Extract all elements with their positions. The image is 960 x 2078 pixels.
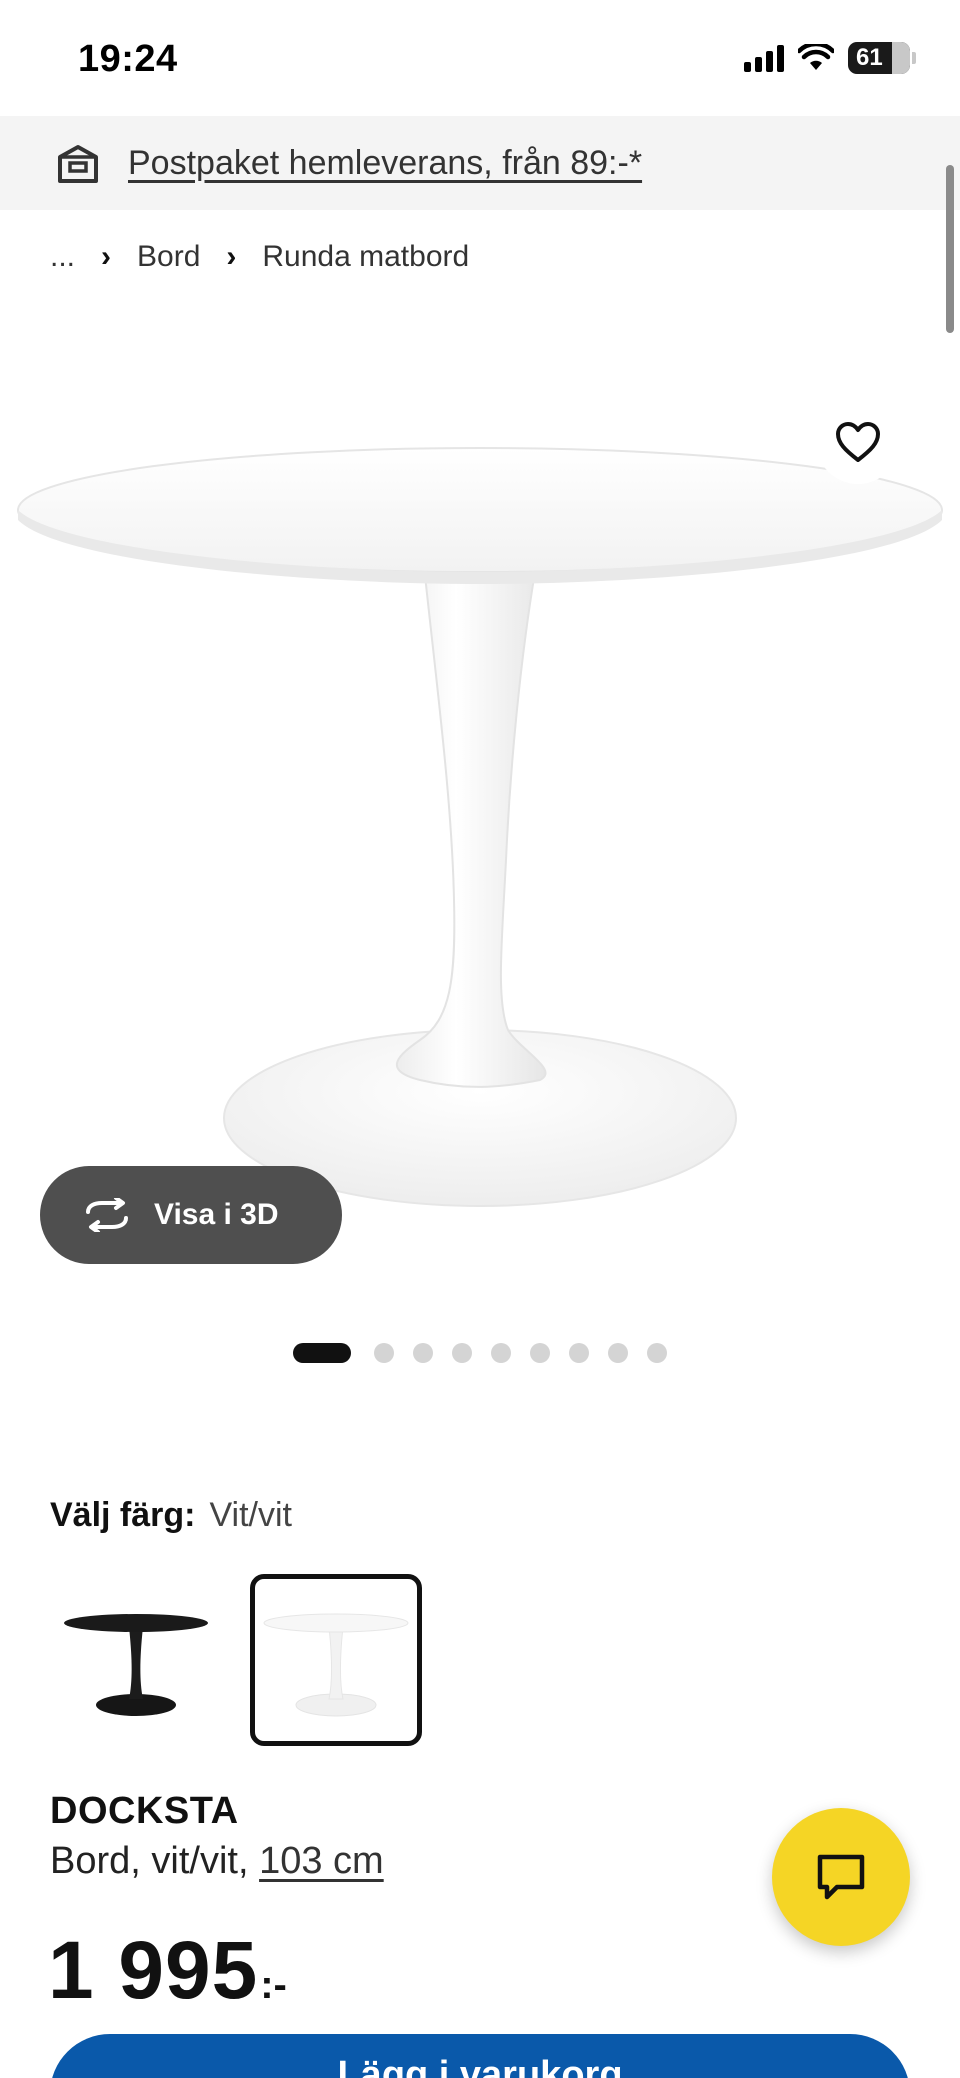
- carousel-dot[interactable]: [569, 1343, 589, 1363]
- color-selected-value: Vit/vit: [209, 1496, 292, 1534]
- product-name: DOCKSTA: [50, 1790, 239, 1832]
- status-time: 19:24: [78, 38, 178, 80]
- carousel-dot-active[interactable]: [293, 1343, 351, 1363]
- rotate-3d-icon: [86, 1198, 128, 1232]
- view-3d-label: Visa i 3D: [154, 1198, 279, 1231]
- wifi-icon: [798, 44, 834, 70]
- product-image[interactable]: [0, 380, 960, 1240]
- carousel-dot[interactable]: [413, 1343, 433, 1363]
- delivery-banner[interactable]: Postpaket hemleverans, från 89:-*: [0, 116, 960, 210]
- chat-bubble-icon: [817, 1854, 865, 1900]
- product-price: 1 995:-: [48, 1924, 287, 2018]
- chevron-right-icon: ›: [101, 240, 112, 273]
- breadcrumb-item-runda-matbord[interactable]: Runda matbord: [262, 240, 469, 274]
- carousel-dots: [0, 1343, 960, 1363]
- color-swatch-white[interactable]: [250, 1574, 422, 1746]
- status-icons: 61: [744, 42, 916, 74]
- add-to-cart-button[interactable]: Lägg i varukorg: [50, 2034, 910, 2078]
- heart-icon: [836, 422, 880, 462]
- delivery-box-icon: [58, 145, 98, 183]
- carousel-dot[interactable]: [374, 1343, 394, 1363]
- battery-level: 61: [856, 44, 883, 71]
- product-description-text: Bord, vit/vit,: [50, 1840, 260, 1882]
- status-bar: 19:24 61: [0, 0, 960, 116]
- battery-icon: 61: [848, 42, 916, 74]
- cellular-signal-icon: [744, 44, 784, 72]
- scrollbar[interactable]: [946, 165, 954, 333]
- carousel-dot[interactable]: [491, 1343, 511, 1363]
- product-size-link[interactable]: 103 cm: [259, 1840, 384, 1882]
- price-suffix: :-: [260, 1963, 287, 2007]
- breadcrumb: ... › Bord › Runda matbord: [50, 240, 469, 274]
- favorite-button[interactable]: [816, 400, 900, 484]
- black-table-thumbnail: [64, 1614, 208, 1716]
- color-selector-label: Välj färg: Vit/vit: [50, 1496, 292, 1535]
- carousel-dot[interactable]: [647, 1343, 667, 1363]
- price-amount: 1 995: [48, 1925, 259, 2016]
- carousel-dot[interactable]: [608, 1343, 628, 1363]
- carousel-dot[interactable]: [452, 1343, 472, 1363]
- color-label: Välj färg:: [50, 1496, 196, 1534]
- delivery-banner-link[interactable]: Postpaket hemleverans, från 89:-*: [128, 144, 642, 183]
- view-3d-button[interactable]: Visa i 3D: [40, 1166, 342, 1264]
- breadcrumb-ellipsis[interactable]: ...: [50, 240, 75, 274]
- color-swatches: [50, 1574, 422, 1746]
- carousel-dot[interactable]: [530, 1343, 550, 1363]
- chat-button[interactable]: [772, 1808, 910, 1946]
- breadcrumb-item-bord[interactable]: Bord: [137, 240, 200, 274]
- product-description: Bord, vit/vit, 103 cm: [50, 1840, 384, 1883]
- chevron-right-icon: ›: [226, 240, 237, 273]
- white-table-thumbnail: [263, 1613, 409, 1717]
- color-swatch-black[interactable]: [50, 1574, 222, 1746]
